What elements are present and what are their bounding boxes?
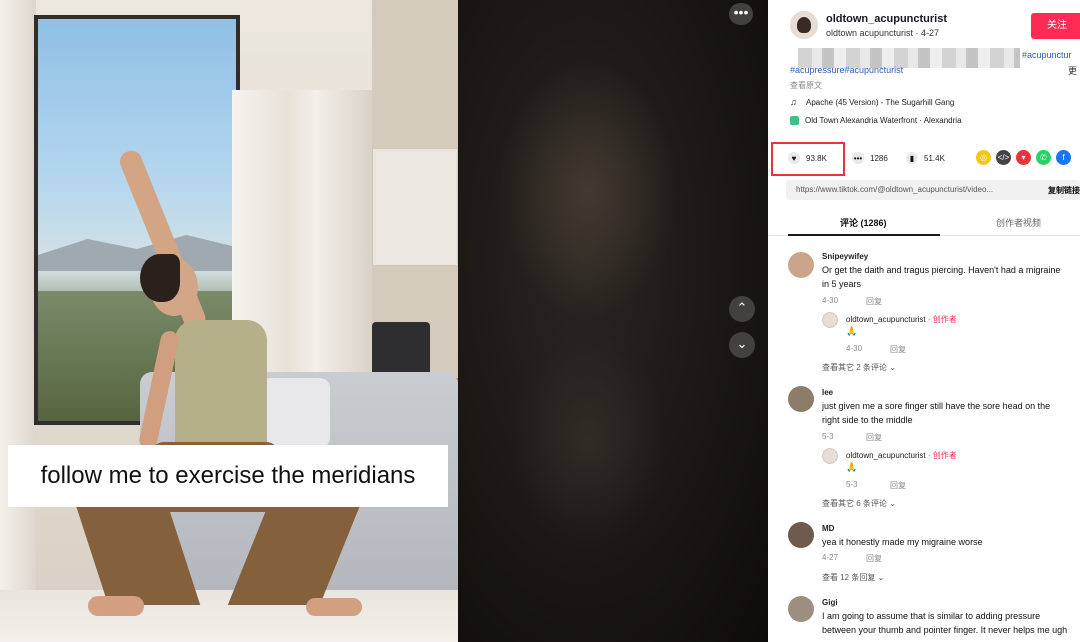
reply-date: 4-30 bbox=[846, 344, 863, 353]
author-subtitle: oldtown acupuncturist · 4-27 bbox=[826, 27, 940, 38]
reply-text: 🙏 bbox=[846, 326, 858, 336]
creator-badge: · 创作者 bbox=[927, 451, 957, 460]
comment-text: Or get the daith and tragus piercing. Ha… bbox=[822, 265, 1061, 289]
music-row[interactable]: ♫ Apache (45 Version) - The Sugarhill Ga… bbox=[790, 97, 954, 107]
comment-icon: ••• bbox=[852, 152, 864, 164]
reply-button[interactable]: 回复 bbox=[866, 296, 882, 307]
video-frame-left: follow me to exercise the meridians bbox=[0, 0, 458, 642]
tab-creator-videos[interactable]: 创作者视频 bbox=[996, 216, 1041, 229]
floor bbox=[0, 590, 458, 642]
avatar[interactable] bbox=[790, 11, 818, 39]
comment-username[interactable]: Gigi bbox=[822, 598, 838, 607]
reply-button[interactable]: 回复 bbox=[866, 432, 882, 443]
reply-author[interactable]: oldtown_acupuncturist · 创作者 bbox=[846, 314, 957, 325]
comment-username[interactable]: MD bbox=[822, 524, 834, 533]
next-video-button[interactable]: ⌄ bbox=[729, 332, 755, 358]
comment-text: yea it honestly made my migraine worse bbox=[822, 537, 983, 547]
tab-comments[interactable]: 评论 (1286) bbox=[840, 216, 887, 229]
active-tab-indicator bbox=[788, 234, 940, 236]
comment-date: 5-3 bbox=[822, 432, 834, 441]
comment-count: 1286 bbox=[870, 153, 888, 163]
expand-replies[interactable]: 查看其它 2 条评论 ⌄ bbox=[822, 362, 896, 373]
cabinet bbox=[372, 148, 458, 266]
like-button[interactable]: ♥ 93.8K bbox=[788, 152, 827, 164]
reply-date: 5-3 bbox=[846, 480, 858, 489]
video-link-row: https://www.tiktok.com/@oldtown_acupunct… bbox=[786, 180, 1080, 200]
view-original-link[interactable]: 查看原文 bbox=[790, 80, 822, 91]
avatar[interactable] bbox=[788, 522, 814, 548]
avatar[interactable] bbox=[822, 448, 838, 464]
music-note-icon: ♫ bbox=[790, 97, 797, 107]
reply-button[interactable]: 回复 bbox=[890, 480, 906, 491]
person-hair bbox=[140, 254, 180, 302]
hashtags[interactable]: #acupressure#acupuncturist bbox=[790, 65, 903, 75]
creator-badge: · 创作者 bbox=[927, 315, 957, 324]
location-row[interactable]: Old Town Alexandria Waterfront · Alexand… bbox=[790, 116, 962, 125]
bookmark-icon: ▮ bbox=[906, 152, 918, 164]
author-info[interactable]: oldtown_acupuncturist oldtown acupunctur… bbox=[790, 11, 947, 39]
send-icon[interactable]: ▾ bbox=[1016, 150, 1031, 165]
more-options-icon[interactable]: ••• bbox=[729, 3, 753, 25]
details-panel: oldtown_acupuncturist oldtown acupunctur… bbox=[768, 0, 1080, 642]
video-frame-right bbox=[458, 0, 768, 642]
location-name: Old Town Alexandria Waterfront · Alexand… bbox=[805, 116, 962, 125]
video-player[interactable]: follow me to exercise the meridians bbox=[0, 0, 768, 642]
whatsapp-icon[interactable]: ✆ bbox=[1036, 150, 1051, 165]
avatar[interactable] bbox=[788, 596, 814, 622]
comment-date: 4-30 bbox=[822, 296, 839, 305]
curtain bbox=[0, 0, 36, 642]
copy-link-button[interactable]: 复制链接 bbox=[1048, 185, 1080, 196]
save-count: 51.4K bbox=[924, 153, 945, 163]
video-caption: follow me to exercise the meridians bbox=[8, 445, 448, 507]
music-title: Apache (45 Version) - The Sugarhill Gang bbox=[806, 97, 955, 107]
like-count: 93.8K bbox=[806, 153, 827, 163]
more-link[interactable]: 更 bbox=[1068, 64, 1077, 77]
stats-row: ♥ 93.8K ••• 1286 ▮ 51.4K ◎ </> ▾ ✆ f bbox=[768, 142, 1080, 176]
expand-replies[interactable]: 查看 12 条回复 ⌄ bbox=[822, 572, 884, 583]
author-name[interactable]: oldtown_acupuncturist bbox=[826, 13, 947, 25]
comment-date: 4-27 bbox=[822, 553, 839, 562]
expand-replies[interactable]: 查看其它 6 条评论 ⌄ bbox=[822, 498, 896, 509]
person-top bbox=[175, 320, 267, 450]
video-url[interactable]: https://www.tiktok.com/@oldtown_acupunct… bbox=[796, 185, 993, 194]
previous-video-button[interactable]: ⌃ bbox=[729, 296, 755, 322]
comment-text: just given me a sore finger still have t… bbox=[822, 401, 1051, 425]
embed-icon[interactable]: </> bbox=[996, 150, 1011, 165]
reply-text: 🙏 bbox=[846, 462, 858, 472]
chevron-down-icon: ⌄ bbox=[736, 336, 748, 351]
heart-icon: ♥ bbox=[788, 152, 800, 164]
hashtag[interactable]: #acupunctur bbox=[1022, 50, 1072, 60]
share-icon[interactable]: ◎ bbox=[976, 150, 991, 165]
save-button[interactable]: ▮ 51.4K bbox=[906, 152, 945, 164]
avatar[interactable] bbox=[822, 312, 838, 328]
comment-username[interactable]: Snipeywifey bbox=[822, 252, 868, 261]
person-foot bbox=[306, 598, 362, 616]
facebook-icon[interactable]: f bbox=[1056, 150, 1071, 165]
reply-author[interactable]: oldtown_acupuncturist · 创作者 bbox=[846, 450, 957, 461]
tab-bar: 评论 (1286) 创作者视频 bbox=[768, 212, 1080, 236]
comment-text: I am going to assume that is similar to … bbox=[822, 611, 1068, 635]
chevron-up-icon: ⌃ bbox=[736, 300, 748, 315]
reply-button[interactable]: 回复 bbox=[866, 553, 882, 564]
location-icon bbox=[790, 116, 799, 125]
reply-button[interactable]: 回复 bbox=[890, 344, 906, 355]
avatar[interactable] bbox=[788, 386, 814, 412]
avatar[interactable] bbox=[788, 252, 814, 278]
comment-username[interactable]: lee bbox=[822, 388, 833, 397]
comment-button[interactable]: ••• 1286 bbox=[852, 152, 888, 164]
follow-button[interactable]: 关注 bbox=[1031, 13, 1080, 39]
person-foot bbox=[88, 596, 144, 616]
